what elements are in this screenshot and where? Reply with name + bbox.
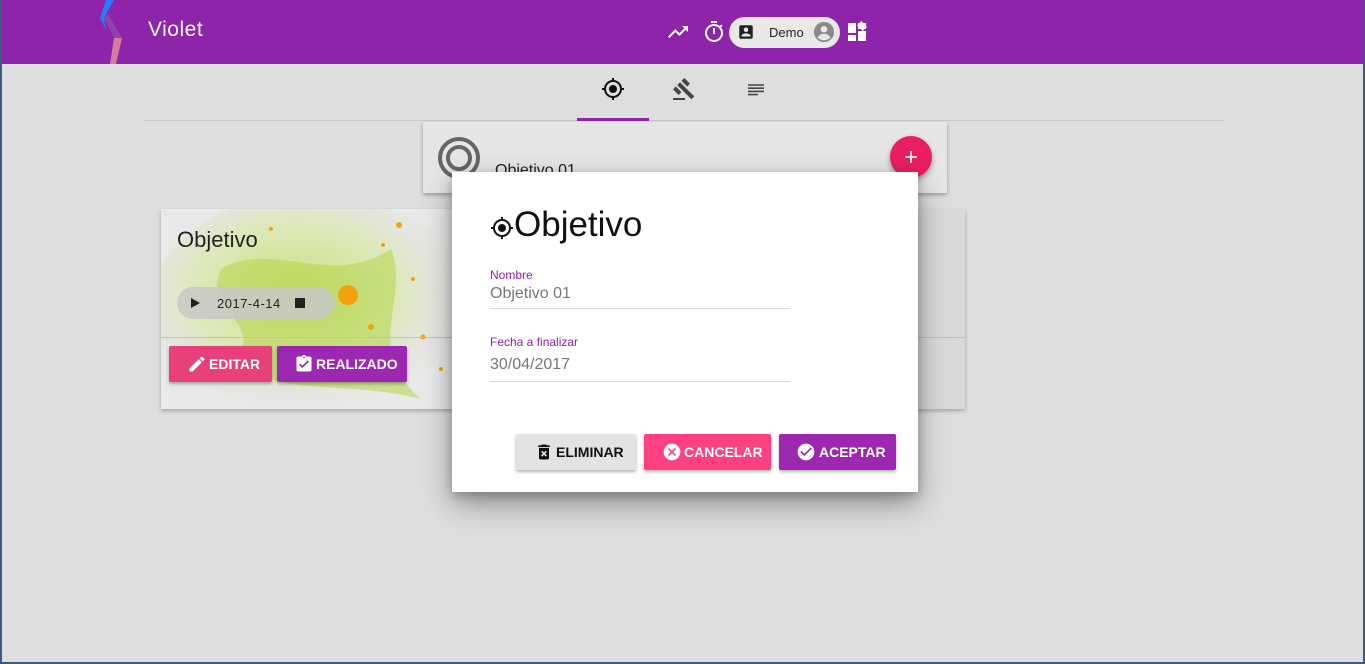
dashboard-icon[interactable] [845, 20, 869, 44]
accept-button-label: ACEPTAR [819, 444, 886, 460]
user-chip[interactable]: Demo [729, 17, 840, 48]
cancel-button[interactable]: CANCELAR [644, 434, 771, 470]
trash-icon [538, 444, 550, 460]
check-circle-icon [797, 443, 815, 461]
delete-button-label: ELIMINAR [556, 444, 624, 460]
end-date-field-label: Fecha a finalizar [490, 335, 579, 349]
objective-dialog: Objetivo Nombre Objetivo 01 Fecha a fina… [452, 172, 918, 492]
name-field-label: Nombre [490, 268, 533, 282]
end-date-field-value[interactable]: 30/04/2017 [490, 356, 570, 374]
violet-logo [100, 0, 122, 64]
delete-button[interactable]: ELIMINAR [516, 434, 636, 470]
name-field-value[interactable]: Objetivo 01 [490, 285, 571, 303]
target-icon [491, 217, 513, 239]
end-date-field[interactable]: Fecha a finalizar 30/04/2017 [490, 335, 790, 382]
cancel-button-label: CANCELAR [684, 444, 763, 460]
name-field[interactable]: Nombre Objetivo 01 [490, 268, 790, 309]
app-bar: Violet Demo [2, 0, 1363, 64]
user-name: Demo [769, 25, 804, 40]
dialog-title: Objetivo [514, 205, 643, 244]
timer-icon[interactable] [702, 20, 726, 44]
contact-icon [739, 25, 753, 39]
cancel-circle-icon [663, 443, 681, 461]
app-title: Violet [148, 18, 204, 41]
trending-up-icon[interactable] [666, 20, 690, 44]
avatar-icon [813, 21, 835, 43]
accept-button[interactable]: ACEPTAR [779, 434, 896, 470]
